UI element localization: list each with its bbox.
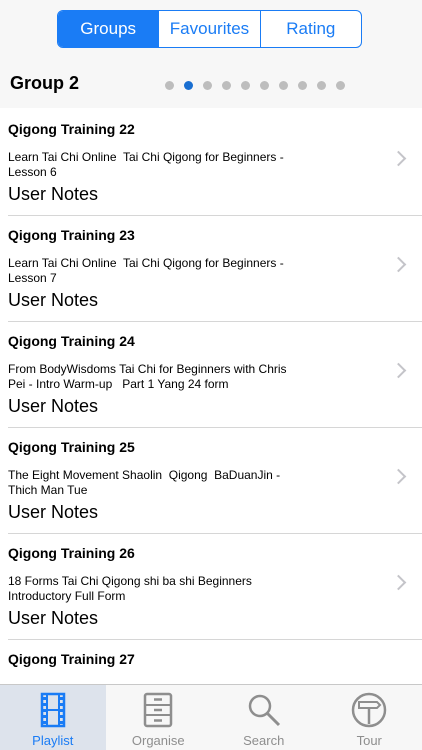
video-list: Qigong Training 22 Learn Tai Chi Online …: [0, 110, 422, 746]
tab-bar: Playlist Organise Search Tour: [0, 684, 422, 750]
list-item[interactable]: Qigong Training 22 Learn Tai Chi Online …: [8, 110, 422, 216]
item-title: Qigong Training 23: [8, 227, 135, 243]
item-user-notes[interactable]: User Notes: [8, 608, 98, 629]
tab-label: Organise: [131, 733, 185, 748]
chevron-right-icon[interactable]: [390, 362, 407, 379]
tab-search[interactable]: Search: [211, 685, 317, 750]
page-dot[interactable]: [203, 81, 212, 90]
item-title: Qigong Training 24: [8, 333, 135, 349]
item-title: Qigong Training 22: [8, 121, 135, 137]
page-dot[interactable]: [222, 81, 231, 90]
item-description: Learn Tai Chi Online Tai Chi Qigong for …: [8, 150, 284, 179]
chevron-right-icon[interactable]: [390, 256, 407, 273]
tab-tour[interactable]: Tour: [317, 685, 422, 750]
item-description: From BodyWisdoms Tai Chi for Beginners w…: [8, 362, 287, 391]
page-dot[interactable]: [298, 81, 307, 90]
group-title: Group 2: [10, 73, 80, 93]
search-icon: [248, 694, 280, 727]
segment-rating[interactable]: Rating: [259, 11, 361, 47]
tab-label: Search: [243, 733, 285, 748]
list-item[interactable]: Qigong Training 24 From BodyWisdoms Tai …: [8, 322, 422, 428]
page-dot-active[interactable]: [184, 81, 193, 90]
tab-label: Tour: [356, 733, 382, 748]
view-segmented-control[interactable]: Groups Favourites Rating: [57, 10, 362, 48]
chevron-right-icon[interactable]: [390, 468, 407, 485]
list-item[interactable]: Qigong Training 25 The Eight Movement Sh…: [8, 428, 422, 534]
top-bar: Groups Favourites Rating: [0, 0, 422, 60]
list-item[interactable]: Qigong Training 26 18 Forms Tai Chi Qigo…: [8, 534, 422, 640]
item-user-notes[interactable]: User Notes: [8, 502, 98, 523]
item-description: 18 Forms Tai Chi Qigong shi ba shi Begin…: [8, 574, 252, 603]
chevron-right-icon[interactable]: [390, 574, 407, 591]
segment-groups[interactable]: Groups: [58, 11, 159, 47]
page-dot[interactable]: [165, 81, 174, 90]
item-user-notes[interactable]: User Notes: [8, 396, 98, 417]
list-item[interactable]: Qigong Training 23 Learn Tai Chi Online …: [8, 216, 422, 322]
item-user-notes[interactable]: User Notes: [8, 184, 98, 205]
signpost-icon: [352, 692, 387, 728]
item-title: Qigong Training 25: [8, 439, 135, 455]
page-dot[interactable]: [317, 81, 326, 90]
film-icon: [40, 692, 65, 728]
cabinet-icon: [144, 692, 173, 728]
item-description: The Eight Movement Shaolin Qigong BaDuan…: [8, 468, 281, 497]
tab-playlist[interactable]: Playlist: [0, 685, 106, 750]
group-header: Group 2: [0, 60, 422, 108]
page-dot[interactable]: [260, 81, 269, 90]
item-title: Qigong Training 26: [8, 545, 135, 561]
item-user-notes[interactable]: User Notes: [8, 290, 98, 311]
segment-favourites[interactable]: Favourites: [158, 11, 259, 47]
chevron-right-icon[interactable]: [390, 150, 407, 167]
page-dot[interactable]: [279, 81, 288, 90]
item-description: Learn Tai Chi Online Tai Chi Qigong for …: [8, 256, 284, 285]
page-dot[interactable]: [336, 81, 345, 90]
tab-organise[interactable]: Organise: [106, 685, 212, 750]
tab-label: Playlist: [32, 733, 74, 748]
page-dot[interactable]: [241, 81, 250, 90]
item-title: Qigong Training 27: [8, 651, 135, 667]
page-indicator[interactable]: [165, 81, 345, 90]
